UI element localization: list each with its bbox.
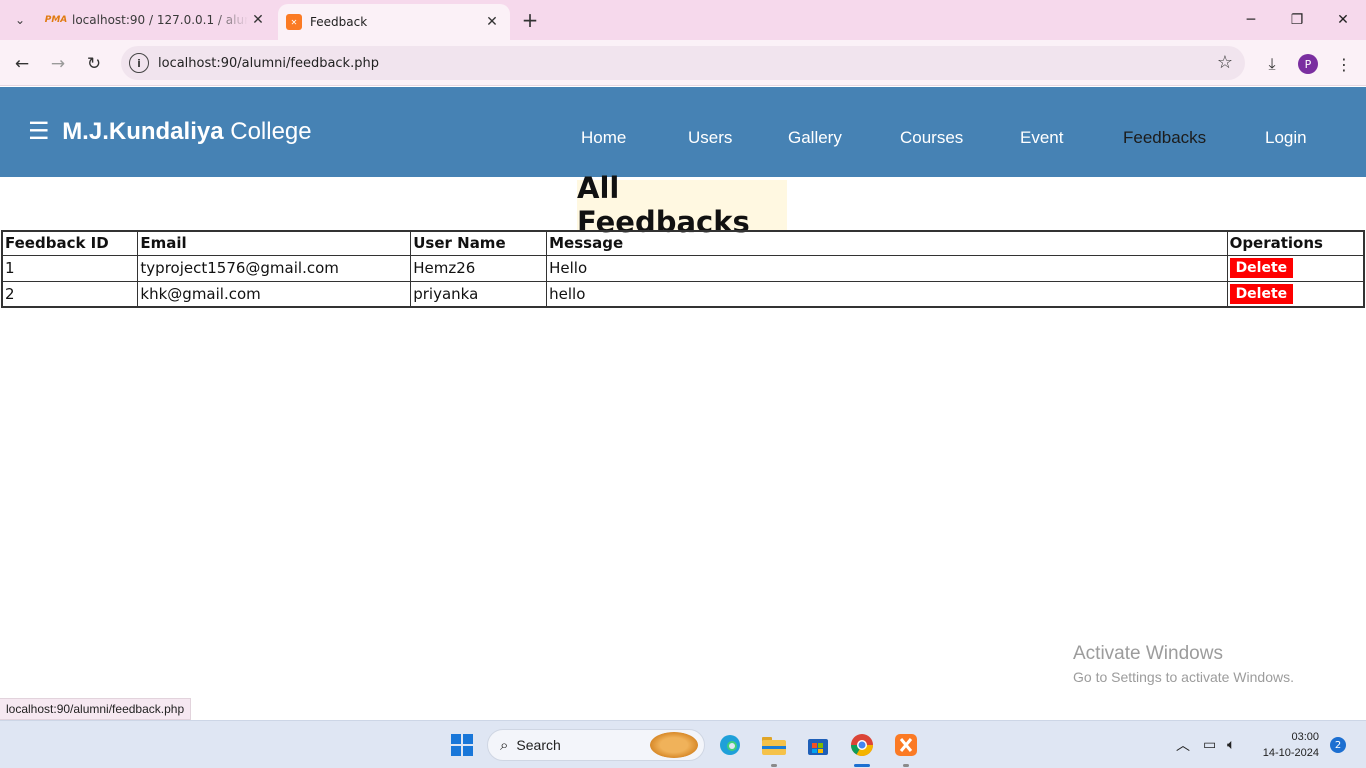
browser-tab-strip: ⌄ PMA localhost:90 / 127.0.0.1 / alumni …	[0, 0, 1366, 40]
cell-operations: Delete	[1226, 280, 1365, 308]
browser-toolbar: ← → ↻ i localhost:90/alumni/feedback.php…	[0, 40, 1366, 86]
cell-user-name: Hemz26	[410, 254, 548, 282]
microsoft-store-icon[interactable]	[802, 729, 834, 761]
hamburger-menu-icon[interactable]: ☰	[28, 118, 50, 145]
close-window-button[interactable]: ✕	[1320, 0, 1366, 40]
xampp-taskbar-icon[interactable]	[890, 729, 922, 767]
nav-event[interactable]: Event	[1020, 128, 1063, 148]
search-icon: ⌕	[500, 736, 509, 754]
activate-windows-watermark: Activate Windows Go to Settings to activ…	[1073, 643, 1294, 685]
windows-logo-icon	[451, 734, 473, 756]
brand[interactable]: ☰ M.J.Kundaliya College	[28, 117, 312, 146]
avatar: P	[1298, 54, 1318, 74]
notification-badge[interactable]: 2	[1330, 737, 1346, 753]
column-header-email: Email	[137, 230, 412, 256]
clock-date: 14-10-2024	[1262, 747, 1319, 759]
bookmark-star-icon[interactable]: ☆	[1217, 52, 1233, 73]
cell-message: hello	[546, 280, 1228, 308]
cell-user-name: priyanka	[410, 280, 548, 308]
search-label: Search	[516, 737, 561, 753]
running-indicator	[903, 764, 909, 767]
table-header-row: Feedback ID Email User Name Message Oper…	[1, 230, 1365, 256]
start-button[interactable]	[446, 729, 478, 761]
volume-icon[interactable]: 🔈︎	[1227, 721, 1235, 768]
table-row: 2 khk@gmail.com priyanka hello Delete	[1, 280, 1365, 308]
column-header-operations: Operations	[1226, 230, 1365, 256]
new-tab-button[interactable]: +	[518, 8, 542, 32]
restore-button[interactable]: ❐	[1274, 0, 1320, 40]
system-clock[interactable]: 03:00 14-10-2024	[1253, 729, 1319, 761]
taskbar-search[interactable]: ⌕ Search	[487, 729, 705, 761]
close-tab-icon[interactable]: ✕	[482, 12, 502, 32]
cell-message: Hello	[546, 254, 1228, 282]
page-title: All Feedbacks	[577, 171, 787, 239]
brand-name: M.J.Kundaliya	[62, 118, 224, 145]
tab-feedback[interactable]: ✕ Feedback ✕	[278, 4, 510, 40]
back-button[interactable]: ←	[8, 50, 36, 78]
address-bar[interactable]: i localhost:90/alumni/feedback.php ☆	[121, 46, 1245, 80]
tab-title: Feedback	[310, 15, 368, 29]
download-icon[interactable]: ⤓	[1258, 50, 1286, 78]
network-icon[interactable]: ▭	[1203, 721, 1216, 768]
nav-users[interactable]: Users	[688, 128, 732, 148]
brand-suffix: College	[230, 118, 312, 145]
profile-button[interactable]: P	[1294, 50, 1322, 78]
cell-email: typroject1576@gmail.com	[137, 254, 412, 282]
phpmyadmin-icon: PMA	[44, 15, 68, 25]
site-info-icon[interactable]: i	[129, 53, 149, 73]
forward-button[interactable]: →	[44, 50, 72, 78]
nav-courses[interactable]: Courses	[900, 128, 963, 148]
search-highlight-pie-icon	[650, 732, 698, 758]
feedback-table: Feedback ID Email User Name Message Oper…	[1, 230, 1365, 308]
cell-feedback-id: 1	[1, 254, 139, 282]
nav-login[interactable]: Login	[1265, 128, 1307, 148]
url-text[interactable]: localhost:90/alumni/feedback.php	[158, 56, 379, 71]
tab-title: localhost:90 / 127.0.0.1 / alumni	[72, 13, 248, 27]
close-tab-icon[interactable]: ✕	[248, 10, 268, 30]
nav-gallery[interactable]: Gallery	[788, 128, 842, 148]
nav-home[interactable]: Home	[581, 128, 626, 148]
table-row: 1 typroject1576@gmail.com Hemz26 Hello D…	[1, 254, 1365, 282]
column-header-user-name: User Name	[410, 230, 548, 256]
clock-time: 03:00	[1291, 731, 1319, 743]
watermark-subtitle: Go to Settings to activate Windows.	[1073, 669, 1294, 685]
tab-phpmyadmin[interactable]: PMA localhost:90 / 127.0.0.1 / alumni ✕	[40, 0, 276, 40]
chrome-icon[interactable]	[846, 729, 878, 767]
cell-operations: Delete	[1226, 254, 1365, 282]
delete-button[interactable]: Delete	[1229, 258, 1294, 278]
cell-email: khk@gmail.com	[137, 280, 412, 308]
show-hidden-icons-chevron-icon[interactable]: ︿	[1176, 721, 1190, 768]
edge-icon[interactable]	[714, 729, 746, 761]
status-bar-url: localhost:90/alumni/feedback.php	[0, 698, 192, 720]
running-indicator	[854, 764, 870, 767]
watermark-title: Activate Windows	[1073, 643, 1223, 664]
column-header-feedback-id: Feedback ID	[1, 230, 139, 256]
reload-button[interactable]: ↻	[80, 50, 108, 78]
menu-kebab-icon[interactable]: ⋮	[1330, 50, 1358, 78]
site-header: ☰ M.J.Kundaliya College Home Users Galle…	[0, 87, 1366, 177]
taskbar: ⌕ Search ︿ ▭ 🔈︎ 03:00 14-10-2024 2	[0, 720, 1366, 768]
delete-button[interactable]: Delete	[1229, 283, 1294, 304]
nav-feedbacks[interactable]: Feedbacks	[1123, 128, 1206, 148]
cell-feedback-id: 2	[1, 280, 139, 308]
tab-search-chevron-icon[interactable]: ⌄	[8, 8, 32, 32]
file-explorer-icon[interactable]	[758, 729, 790, 767]
minimize-button[interactable]: ─	[1228, 0, 1274, 40]
running-indicator	[771, 764, 777, 767]
xampp-icon: ✕	[286, 14, 302, 30]
column-header-message: Message	[546, 230, 1228, 256]
